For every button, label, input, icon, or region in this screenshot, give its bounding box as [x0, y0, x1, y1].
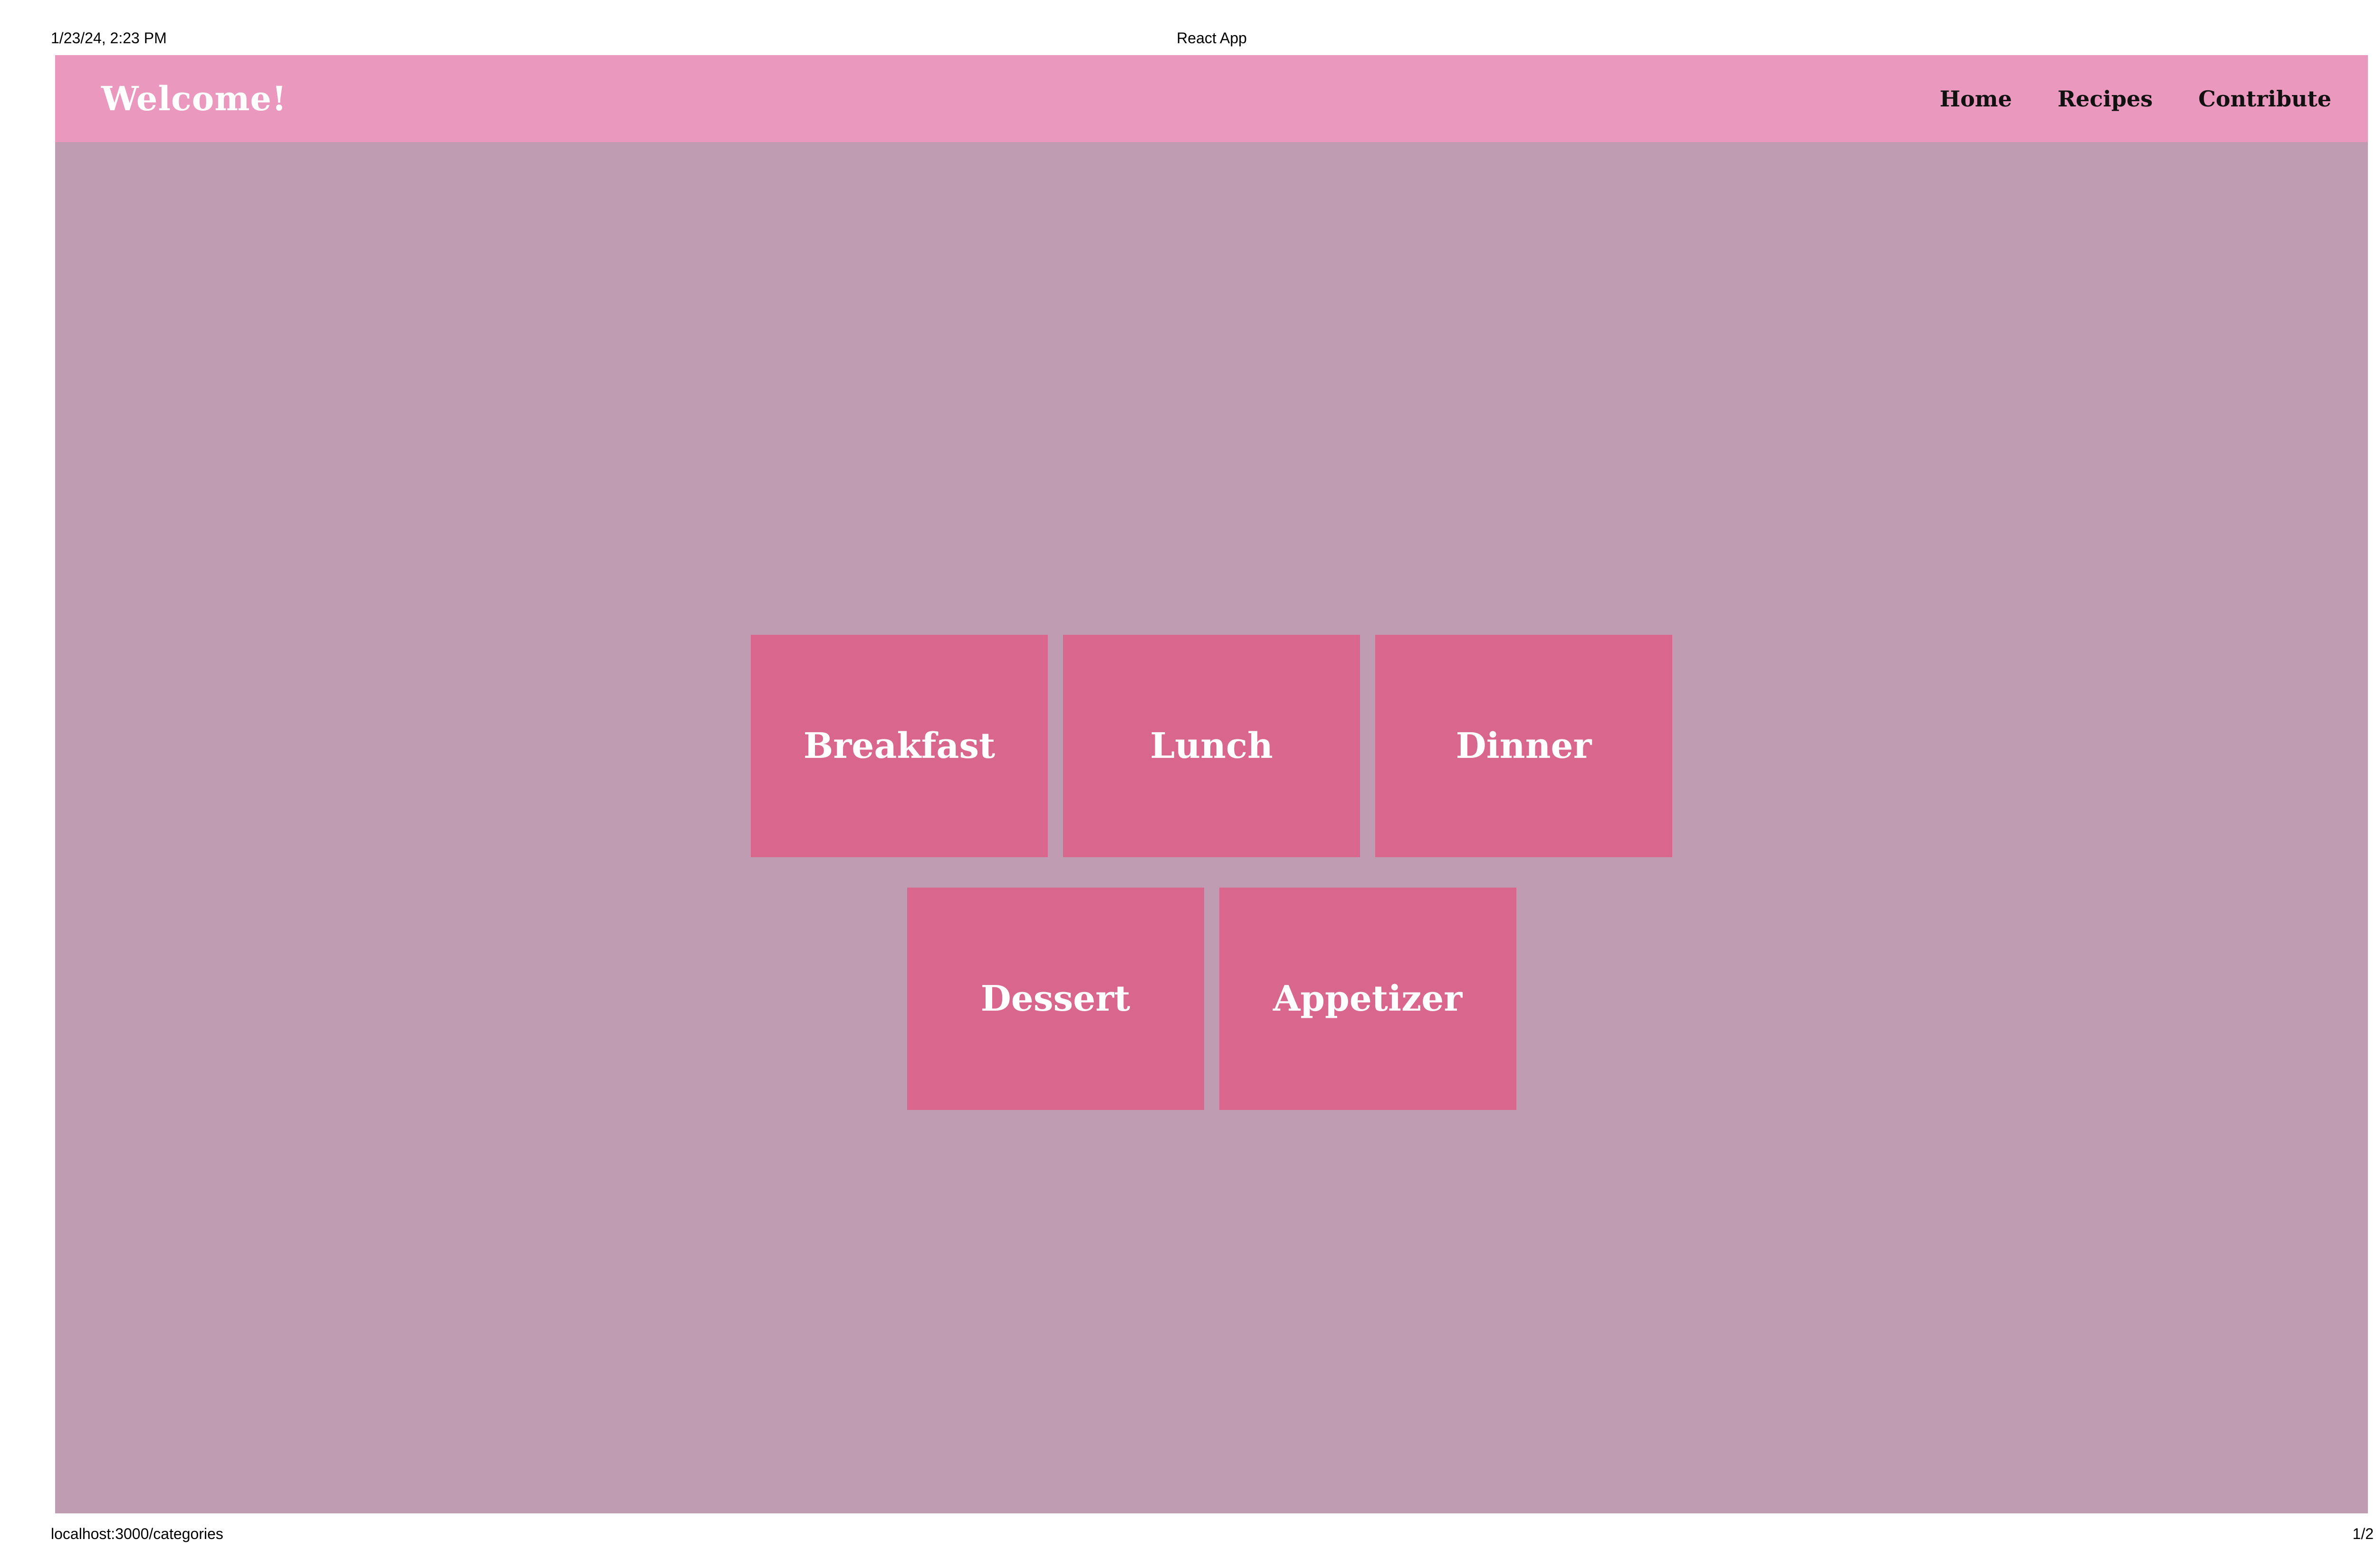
nav-link-contribute[interactable]: Contribute — [2198, 86, 2331, 112]
category-label: Dinner — [1456, 726, 1592, 766]
category-label: Lunch — [1150, 726, 1273, 766]
brand-title: Welcome! — [101, 79, 287, 118]
category-card-appetizer[interactable]: Appetizer — [1219, 888, 1516, 1110]
category-card-breakfast[interactable]: Breakfast — [751, 635, 1048, 857]
print-page-number: 1/2 — [2352, 1525, 2374, 1542]
category-grid: Breakfast Lunch Dinner Dessert Appetizer — [55, 635, 2368, 1110]
nav-link-recipes[interactable]: Recipes — [2058, 86, 2153, 112]
category-row: Dessert Appetizer — [907, 888, 1516, 1110]
app-frame: Welcome! Home Recipes Contribute Breakfa… — [55, 55, 2368, 1513]
category-label: Breakfast — [803, 726, 996, 766]
print-page-title: React App — [1177, 29, 1247, 47]
navbar: Welcome! Home Recipes Contribute — [55, 55, 2368, 142]
category-card-dinner[interactable]: Dinner — [1375, 635, 1672, 857]
category-label: Dessert — [980, 978, 1131, 1019]
category-card-dessert[interactable]: Dessert — [907, 888, 1204, 1110]
nav-links: Home Recipes Contribute — [1940, 55, 2331, 142]
category-row: Breakfast Lunch Dinner — [751, 635, 1672, 857]
category-card-lunch[interactable]: Lunch — [1063, 635, 1360, 857]
nav-link-home[interactable]: Home — [1940, 86, 2012, 112]
category-label: Appetizer — [1273, 978, 1463, 1019]
print-url: localhost:3000/categories — [51, 1525, 223, 1542]
